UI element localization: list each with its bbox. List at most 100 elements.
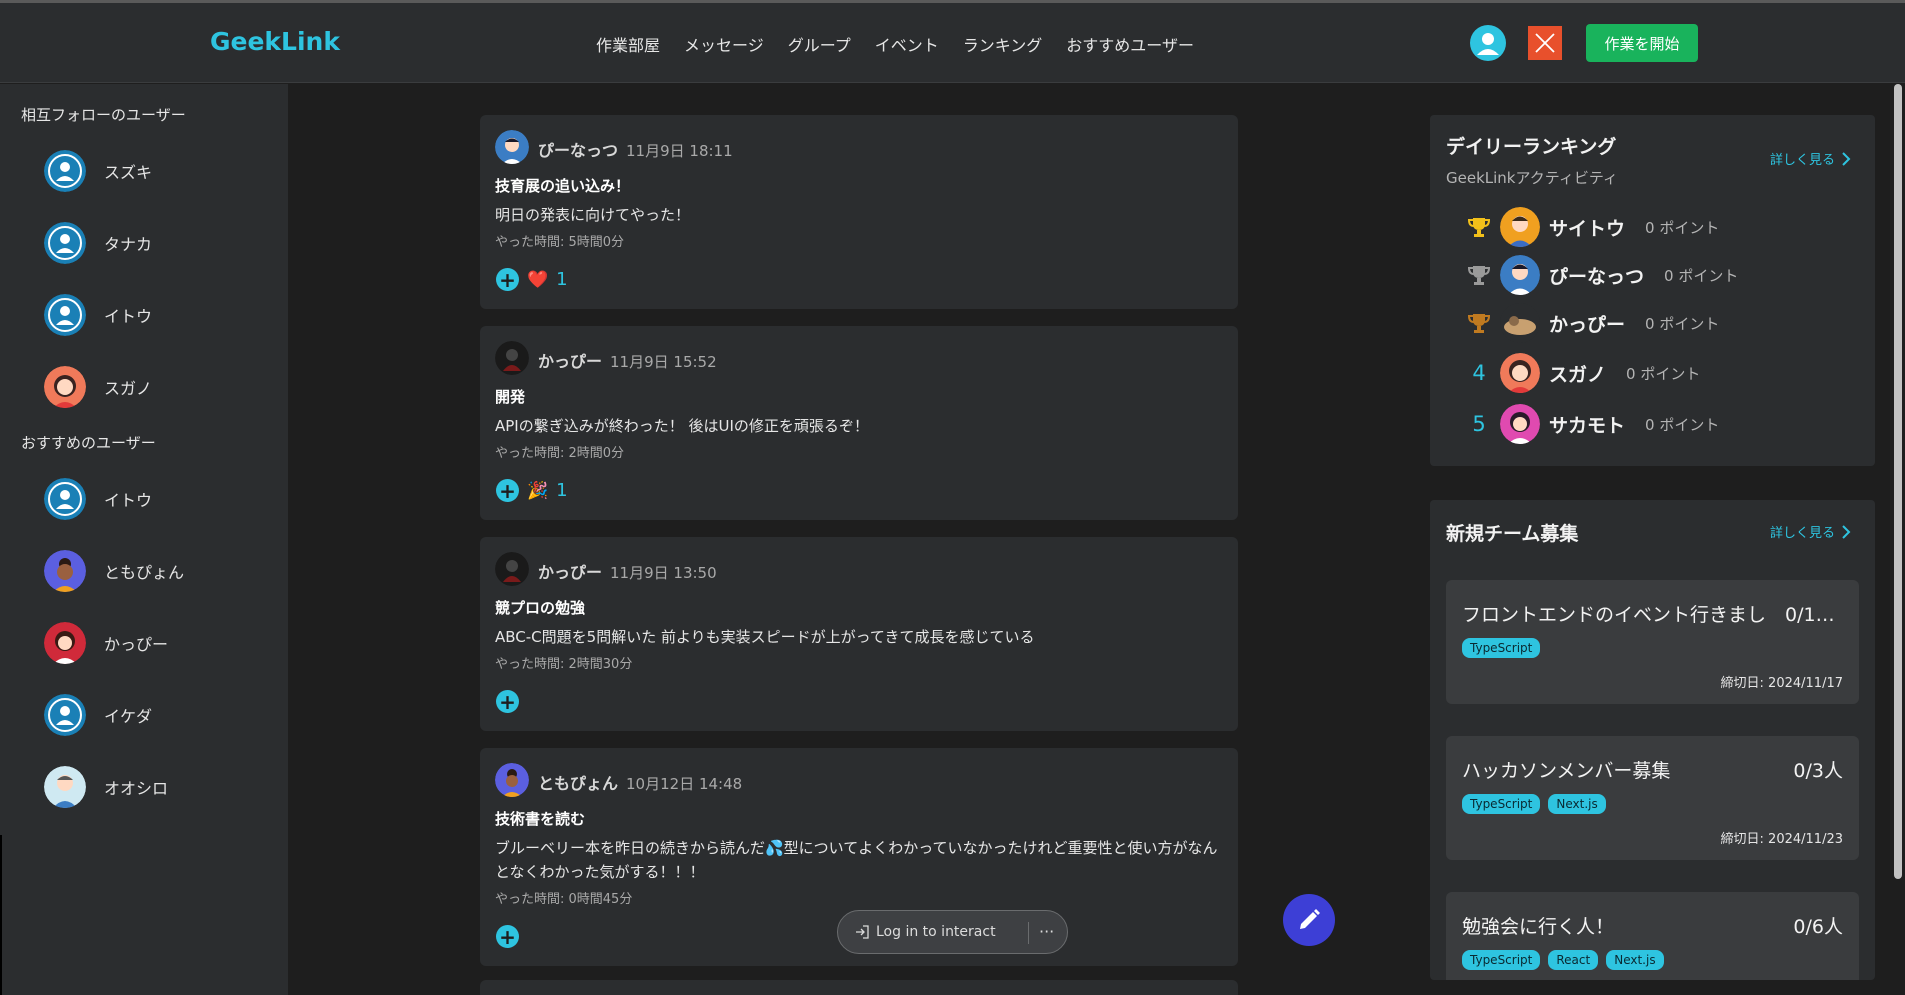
ranking-entry[interactable]: ぴーなっつ 0 ポイント (1466, 255, 1738, 295)
user-avatar[interactable] (495, 763, 529, 797)
user-avatar[interactable] (495, 552, 529, 586)
post-card[interactable]: かっぴー 11月9日 13:50 競プロの勉強 ABC-C問題を5問解いた 前より… (480, 537, 1238, 731)
default-avatar-icon (44, 478, 86, 520)
ranking-entry[interactable]: サイトウ 0 ポイント (1466, 207, 1719, 247)
sidebar-user-tanaka[interactable]: タナカ (44, 222, 152, 264)
sidebar-user-name: タナカ (104, 235, 153, 254)
post-date: 10月12日 14:48 (626, 775, 743, 793)
tag-list: TypeScript React Next.js (1462, 950, 1664, 970)
post-date: 11月9日 15:52 (610, 353, 717, 371)
post-card[interactable]: ぴーなっつ 11月9日 18:11 技育展の追い込み！ 明日の発表に向けてやった！… (480, 115, 1238, 309)
left-sidebar: 相互フォローのユーザー スズキ タナカ イトウ スガノ おすすめのユーザー イト… (0, 84, 288, 995)
nav-messages[interactable]: メッセージ (684, 32, 764, 56)
page-scrollbar[interactable] (1894, 84, 1902, 879)
x-share-button[interactable] (1528, 26, 1562, 60)
post-card-partial[interactable] (480, 980, 1238, 995)
ranking-user-name: サカモト (1549, 414, 1626, 437)
post-user-name[interactable]: かっぴー 11月9日 13:50 (538, 559, 717, 583)
post-date: 11月9日 13:50 (610, 564, 717, 582)
sidebar-user-kappy[interactable]: かっぴー (44, 622, 168, 664)
heart-reaction-icon[interactable]: ❤️ (527, 270, 548, 290)
tech-tag: React (1548, 950, 1599, 970)
sidebar-user-tomopyon[interactable]: ともぴょん (44, 550, 184, 592)
new-post-button[interactable] (1283, 894, 1335, 946)
ranking-subtitle: GeekLinkアクティビティ (1446, 169, 1618, 187)
sidebar-user-oshiro[interactable]: オオシロ (44, 766, 168, 808)
login-prompt[interactable]: Log in to interact ··· (837, 910, 1068, 954)
more-options-icon[interactable]: ··· (1039, 922, 1054, 941)
sidebar-user-sugano[interactable]: スガノ (44, 366, 152, 408)
nav-groups[interactable]: グループ (788, 32, 851, 56)
add-reaction-icon[interactable]: + (496, 925, 519, 948)
party-popper-reaction-icon[interactable]: 🎉 (527, 481, 548, 501)
ranking-entry[interactable]: 4 スガノ 0 ポイント (1466, 353, 1700, 393)
post-time-spent: やった時間: 2時間30分 (495, 657, 633, 672)
nav-workroom[interactable]: 作業部屋 (596, 32, 660, 56)
tech-tag: TypeScript (1462, 638, 1541, 658)
post-title: 競プロの勉強 (495, 599, 586, 617)
login-prompt-label: Log in to interact (876, 924, 996, 940)
sidebar-user-suzuki[interactable]: スズキ (44, 150, 152, 192)
team-more-link[interactable]: 詳しく見る (1770, 522, 1851, 541)
start-work-button[interactable]: 作業を開始 (1586, 24, 1698, 62)
user-icon (1477, 33, 1499, 55)
chevron-right-icon (1842, 524, 1851, 539)
post-user-name[interactable]: ぴーなっつ 11月9日 18:11 (538, 137, 733, 161)
sidebar-user-ito[interactable]: イトウ (44, 478, 152, 520)
ranking-points: 0 ポイント (1645, 218, 1720, 237)
default-avatar-icon (44, 294, 86, 336)
woman-avatar-icon (44, 550, 86, 592)
ranking-points: 0 ポイント (1626, 364, 1701, 383)
ranking-more-link[interactable]: 詳しく見る (1770, 149, 1851, 168)
app-logo[interactable]: GeekLink (210, 27, 340, 56)
woman-avatar-icon (44, 366, 86, 408)
user-avatar[interactable] (495, 130, 529, 164)
main-nav: 作業部屋 メッセージ グループ イベント ランキング おすすめユーザー (596, 32, 1194, 56)
post-user-name[interactable]: ともぴょん 10月12日 14:48 (538, 770, 742, 794)
tag-list: TypeScript (1462, 638, 1541, 658)
bronze-trophy-icon (1466, 311, 1492, 335)
post-user-name[interactable]: かっぴー 11月9日 15:52 (538, 348, 717, 372)
team-card[interactable]: 勉強会に行く人！ 0/6人 TypeScript React Next.js (1446, 892, 1859, 980)
ranking-user-name: サイトウ (1549, 217, 1626, 240)
user-avatar (1500, 255, 1540, 295)
sidebar-user-ito[interactable]: イトウ (44, 294, 152, 336)
tech-tag: TypeScript (1462, 794, 1541, 814)
tech-tag: TypeScript (1462, 950, 1541, 970)
team-card[interactable]: ハッカソンメンバー募集 0/3人 TypeScript Next.js 締切日:… (1446, 736, 1859, 860)
recommended-users-heading: おすすめのユーザー (21, 434, 156, 452)
post-time-spent: やった時間: 5時間0分 (495, 235, 625, 250)
sidebar-user-name: イケダ (104, 707, 153, 726)
post-title: 開発 (495, 388, 526, 406)
ranking-entry[interactable]: 5 サカモト 0 ポイント (1466, 404, 1719, 444)
post-body: ABC-C問題を5問解いた 前よりも実装スピードが上がってきて成長を感じている (495, 628, 1035, 646)
team-deadline: 締切日: 2024/11/17 (1720, 676, 1843, 691)
nav-recommended-users[interactable]: おすすめユーザー (1066, 32, 1194, 56)
add-reaction-icon[interactable]: + (496, 268, 519, 291)
add-reaction-icon[interactable]: + (496, 690, 519, 713)
ranking-title: デイリーランキング (1446, 136, 1617, 158)
post-title: 技育展の追い込み！ (495, 177, 631, 195)
team-title: フロントエンドのイベント行きまし (1462, 604, 1767, 626)
rank-number: 4 (1472, 361, 1486, 385)
reaction-bar: + (496, 690, 519, 713)
user-avatar[interactable] (495, 341, 529, 375)
ranking-points: 0 ポイント (1645, 314, 1720, 333)
post-body: ブルーベリー本を昨日の続きから読んだ💦型についてよくわかっていなかったけれど重要… (495, 839, 1218, 881)
x-logo-icon (1535, 33, 1555, 53)
add-reaction-icon[interactable]: + (496, 479, 519, 502)
ranking-user-name: ぴーなっつ (1549, 265, 1645, 288)
ranking-entry[interactable]: かっぴー 0 ポイント (1466, 303, 1719, 343)
silver-trophy-icon (1466, 263, 1492, 287)
sidebar-user-name: スズキ (104, 163, 153, 182)
reaction-count: 1 (556, 480, 568, 501)
nav-ranking[interactable]: ランキング (963, 32, 1043, 56)
nav-events[interactable]: イベント (875, 32, 939, 56)
post-card[interactable]: かっぴー 11月9日 15:52 開発 APIの繋ぎ込みが終わった！ 後はUIの修… (480, 326, 1238, 520)
mutual-follow-heading: 相互フォローのユーザー (21, 106, 186, 124)
profile-avatar[interactable] (1470, 25, 1506, 61)
team-card[interactable]: フロントエンドのイベント行きまし 0/10人 TypeScript 締切日: 2… (1446, 580, 1859, 704)
reaction-count: 1 (556, 269, 568, 290)
team-member-count: 0/6人 (1793, 916, 1843, 938)
sidebar-user-ikeda[interactable]: イケダ (44, 694, 152, 736)
